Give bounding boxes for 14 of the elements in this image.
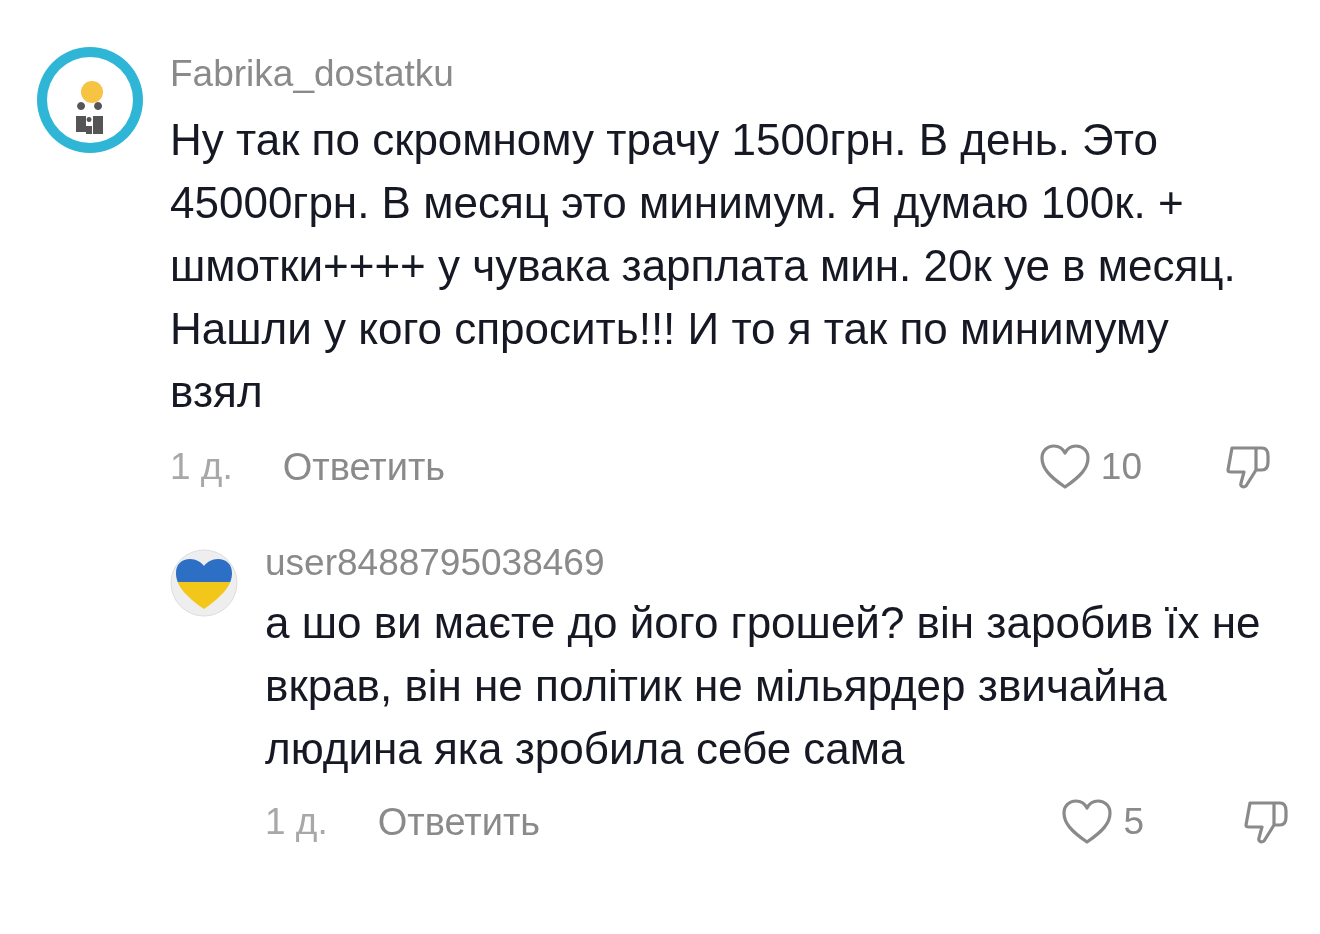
- username[interactable]: user8488795038469: [265, 541, 605, 585]
- username[interactable]: Fabrika_dostatku: [170, 52, 454, 96]
- reply-link[interactable]: Ответить: [377, 800, 541, 844]
- avatar[interactable]: [170, 549, 238, 617]
- like-count: 10: [1100, 446, 1142, 488]
- timestamp: 1 д.: [265, 801, 328, 843]
- reply-link[interactable]: Ответить: [282, 445, 446, 489]
- heart-icon[interactable]: [1061, 798, 1114, 846]
- avatar[interactable]: [36, 46, 144, 154]
- heart-icon[interactable]: [1038, 443, 1091, 491]
- comment-text: Ну так по скромному трачу 1500грн. В день. Это 45000грн. В месяц это минимум. Я думаю 100к. + шмотки++++ у чувака зарплата мин. 20к уе в месяц. Нашли у кого спросить!!! И то я так по минимуму взял: [170, 114, 1237, 418]
- like-count: 5: [1123, 801, 1144, 843]
- timestamp: 1 д.: [170, 446, 233, 488]
- comment-text: а шо ви маєте до його грошей? він заробив їх не вкрав, він не політик не мільярдер звичайна людина яка зробила себе сама: [265, 597, 1262, 775]
